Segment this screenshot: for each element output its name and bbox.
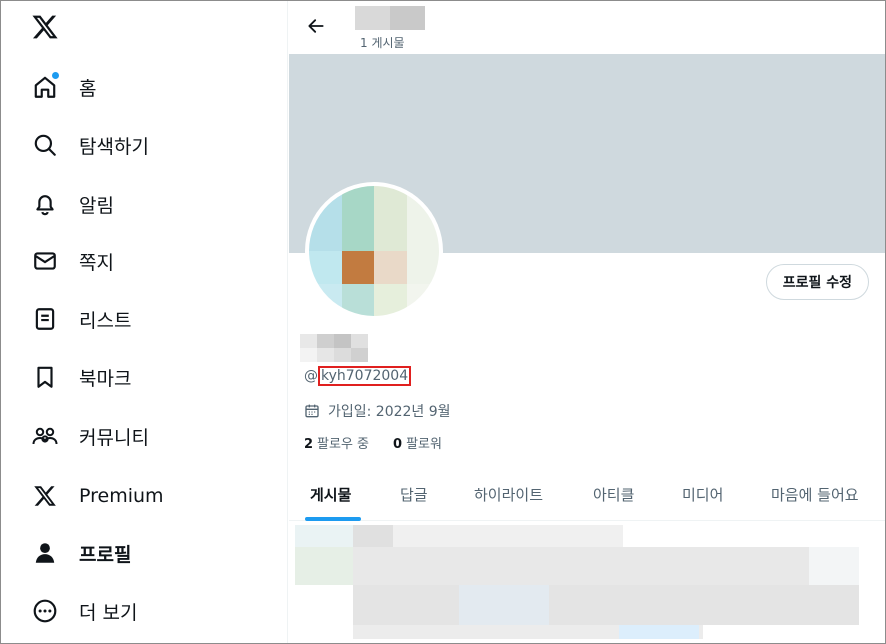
edit-profile-button[interactable]: 프로필 수정 bbox=[765, 264, 869, 300]
bookmark-icon bbox=[31, 363, 59, 391]
mail-icon bbox=[31, 247, 59, 275]
tab-highlights[interactable]: 하이라이트 bbox=[474, 467, 543, 521]
tab-media[interactable]: 미디어 bbox=[682, 467, 723, 521]
followers-link[interactable]: 0 팔로워 bbox=[393, 433, 442, 452]
sidebar-item-label: 프로필 bbox=[79, 543, 132, 566]
sidebar-item-label: 탐색하기 bbox=[79, 135, 149, 158]
tab-replies[interactable]: 답글 bbox=[400, 467, 428, 521]
x-logo-icon[interactable] bbox=[31, 13, 61, 43]
post-preview-redacted bbox=[289, 522, 885, 643]
profile-tabs: 게시물 답글 하이라이트 아티클 미디어 마음에 들어요 bbox=[289, 467, 885, 521]
sidebar-item-bookmarks[interactable]: 북마크 bbox=[31, 359, 131, 395]
home-icon bbox=[31, 72, 59, 101]
back-button[interactable] bbox=[303, 15, 329, 41]
app-window: 홈 탐색하기 알림 쪽지 리스트 북마크 커뮤니티 Premium 프로필 더 … bbox=[0, 0, 886, 644]
sidebar-item-label: Premium bbox=[79, 485, 164, 507]
calendar-icon bbox=[304, 402, 322, 420]
tab-likes[interactable]: 마음에 들어요 bbox=[771, 467, 859, 521]
sidebar-item-messages[interactable]: 쪽지 bbox=[31, 243, 114, 279]
sidebar-item-label: 더 보기 bbox=[79, 601, 138, 624]
handle-prefix: @ bbox=[304, 368, 318, 384]
sidebar-item-label: 리스트 bbox=[79, 309, 132, 332]
bell-icon bbox=[31, 190, 59, 218]
display-name-redacted bbox=[300, 334, 368, 362]
sidebar-item-label: 홈 bbox=[79, 77, 97, 100]
x-logo-icon bbox=[31, 482, 59, 510]
sidebar: 홈 탐색하기 알림 쪽지 리스트 북마크 커뮤니티 Premium 프로필 더 … bbox=[1, 1, 288, 643]
sidebar-item-premium[interactable]: Premium bbox=[31, 478, 164, 514]
sidebar-item-notifications[interactable]: 알림 bbox=[31, 186, 114, 222]
tab-posts[interactable]: 게시물 bbox=[310, 467, 351, 521]
follow-stats: 2 팔로우 중 0 팔로워 bbox=[304, 433, 442, 452]
joined-date: 가입일: 2022년 9월 bbox=[304, 401, 451, 421]
sidebar-item-more[interactable]: 더 보기 bbox=[31, 593, 137, 629]
sidebar-item-label: 알림 bbox=[79, 194, 114, 217]
avatar-image bbox=[309, 186, 439, 316]
following-count: 2 bbox=[304, 437, 314, 452]
notification-dot bbox=[52, 72, 59, 79]
profile-main: 1 게시물 프로필 수정 @kyh7072004 가입일: 2022년 9월 bbox=[289, 1, 885, 643]
following-label: 팔로우 중 bbox=[317, 437, 370, 452]
communities-icon bbox=[31, 422, 59, 450]
following-link[interactable]: 2 팔로우 중 bbox=[304, 433, 369, 452]
sidebar-item-profile[interactable]: 프로필 bbox=[31, 535, 131, 571]
post-count: 1 게시물 bbox=[360, 36, 405, 50]
sidebar-item-label: 쪽지 bbox=[79, 251, 114, 274]
sidebar-item-explore[interactable]: 탐색하기 bbox=[31, 127, 149, 163]
user-handle: @ kyh7072004 bbox=[304, 366, 412, 386]
avatar[interactable] bbox=[305, 182, 443, 320]
sidebar-item-home[interactable]: 홈 bbox=[31, 69, 96, 105]
followers-label: 팔로워 bbox=[406, 437, 442, 452]
active-tab-indicator bbox=[305, 517, 361, 521]
handle-highlighted: kyh7072004 bbox=[318, 366, 412, 386]
sidebar-item-lists[interactable]: 리스트 bbox=[31, 301, 131, 337]
sidebar-item-label: 북마크 bbox=[79, 367, 132, 390]
person-icon bbox=[31, 539, 59, 567]
more-circle-icon bbox=[31, 597, 59, 625]
followers-count: 0 bbox=[393, 437, 403, 452]
joined-date-text: 가입일: 2022년 9월 bbox=[328, 404, 451, 420]
sidebar-item-label: 커뮤니티 bbox=[79, 426, 149, 449]
arrow-left-icon bbox=[306, 16, 326, 40]
tab-articles[interactable]: 아티클 bbox=[593, 467, 634, 521]
list-icon bbox=[31, 305, 59, 333]
sidebar-item-communities[interactable]: 커뮤니티 bbox=[31, 418, 149, 454]
profile-name-redacted bbox=[355, 6, 425, 30]
search-icon bbox=[31, 131, 59, 159]
